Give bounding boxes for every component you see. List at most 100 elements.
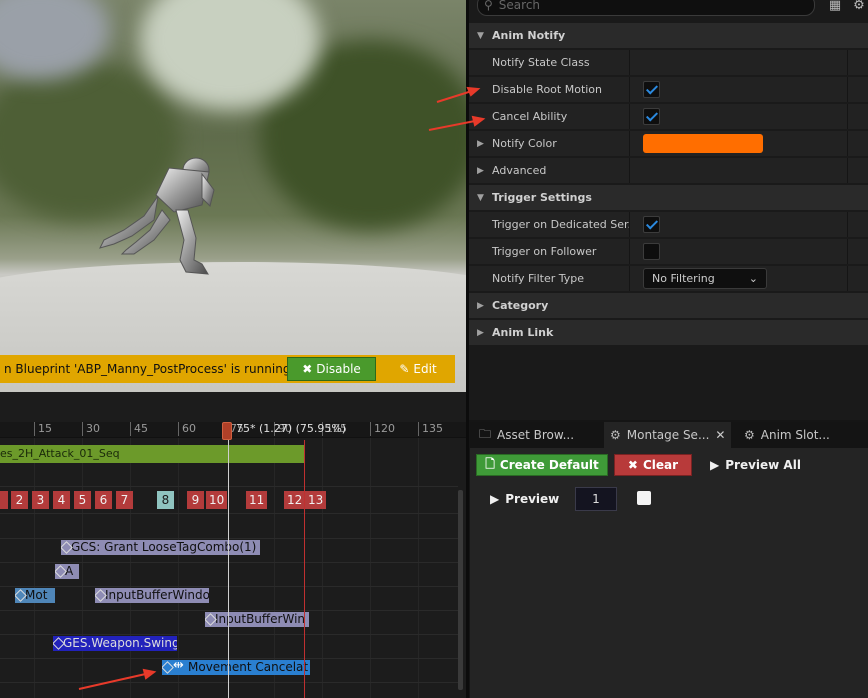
- montage-timeline[interactable]: 15 30 45 60 75 90 105 120 135 es_2H_Atta…: [0, 392, 466, 698]
- settings-gear-icon[interactable]: ⚙: [851, 0, 867, 14]
- collapse-arrow-icon: ▼: [477, 30, 484, 41]
- scrubber-handle[interactable]: [222, 422, 232, 440]
- prop-value: [630, 104, 848, 129]
- section-marker[interactable]: 10: [206, 491, 228, 509]
- tab-montage-sections[interactable]: ⚙ Montage Se... ✕: [604, 422, 732, 448]
- section-marker[interactable]: 7: [116, 491, 133, 509]
- create-default-label: Create Default: [499, 458, 599, 472]
- search-icon: ⚲: [484, 0, 493, 12]
- section-marker[interactable]: 3: [32, 491, 49, 509]
- play-icon: ▶: [490, 492, 500, 506]
- prop-label: Cancel Ability: [469, 104, 630, 129]
- grid-line: [34, 438, 35, 698]
- section-marker[interactable]: 2: [11, 491, 28, 509]
- prop-label: Advanced: [469, 158, 630, 183]
- disable-button[interactable]: ✖ Disable: [287, 357, 376, 381]
- grid-line: [82, 438, 83, 698]
- create-default-button[interactable]: 🗋 Create Default: [476, 454, 608, 476]
- folder-icon: 🗀: [479, 426, 492, 441]
- prop-label: Trigger on Dedicated Ser...: [469, 212, 630, 237]
- edit-button[interactable]: ✎ Edit: [385, 357, 451, 381]
- tab-asset-browser[interactable]: 🗀 Asset Brow...: [473, 422, 580, 448]
- timeline-scrollbar[interactable]: [458, 490, 463, 690]
- section-marker-partial[interactable]: [0, 491, 8, 509]
- prop-cancel-ability: Cancel Ability: [469, 104, 868, 130]
- notify-input-buffer-1[interactable]: InputBufferWindo: [95, 588, 209, 603]
- edit-button-label: Edit: [413, 362, 437, 376]
- prop-notify-color: ▶ Notify Color: [469, 131, 868, 157]
- disable-root-motion-checkbox[interactable]: [643, 81, 660, 98]
- tab-label: Asset Brow...: [497, 428, 575, 442]
- prop-value: [630, 77, 848, 102]
- track-divider: [0, 610, 458, 611]
- montage-slot-segment[interactable]: es_2H_Attack_01_Seq: [0, 445, 305, 463]
- category-anim-link[interactable]: ▶ Anim Link: [469, 320, 868, 346]
- grid-line: [274, 438, 275, 698]
- time-ruler[interactable]: 15 30 45 60 75 90 105 120 135: [0, 422, 466, 438]
- section-marker[interactable]: 6: [95, 491, 112, 509]
- tab-label: Montage Se...: [626, 428, 710, 442]
- close-icon: ✖: [302, 362, 313, 376]
- notify-movement-cancel[interactable]: Movement Cancelat: [162, 660, 310, 675]
- section-marker[interactable]: 4: [53, 491, 70, 509]
- details-toolbar: ⚲ Search ▦ ⚙: [469, 0, 868, 20]
- category-trigger-settings[interactable]: ▼ Trigger Settings: [469, 185, 868, 211]
- prop-trigger-dedicated-server: Trigger on Dedicated Ser...: [469, 212, 868, 238]
- ruler-tick: 135: [418, 422, 443, 436]
- preview-all-button[interactable]: ▶ Preview All: [710, 454, 801, 476]
- expand-arrow-icon: ▶: [477, 327, 484, 338]
- play-icon: ▶: [710, 458, 720, 472]
- trigger-follower-checkbox[interactable]: [643, 243, 660, 260]
- section-marker[interactable]: 5: [74, 491, 91, 509]
- clear-button[interactable]: ✖ Clear: [614, 454, 692, 476]
- document-icon: 🗋: [485, 456, 495, 471]
- prop-trigger-follower: Trigger on Follower: [469, 239, 868, 265]
- prop-label: Notify Color: [469, 131, 630, 156]
- prop-advanced[interactable]: ▶ Advanced: [469, 158, 868, 184]
- prop-label: Notify State Class: [469, 50, 630, 75]
- search-placeholder: Search: [498, 0, 541, 12]
- grid-line: [370, 438, 371, 698]
- notify-color-swatch[interactable]: [643, 134, 763, 153]
- section-marker[interactable]: 13: [305, 491, 327, 509]
- prop-value-empty: [630, 50, 848, 75]
- close-tab-icon[interactable]: ✕: [715, 428, 725, 442]
- cancel-ability-checkbox[interactable]: [643, 108, 660, 125]
- notify-gcs-grant[interactable]: GCS: Grant LooseTagCombo(1): [61, 540, 260, 555]
- property-matrix-icon[interactable]: ▦: [827, 0, 843, 14]
- prop-label: Trigger on Follower: [469, 239, 630, 264]
- expand-arrow-icon[interactable]: ▶: [477, 139, 484, 149]
- section-marker[interactable]: 11: [246, 491, 268, 509]
- category-category[interactable]: ▶ Category: [469, 293, 868, 319]
- prop-value: No Filtering ⌄: [630, 266, 848, 291]
- notify-mot[interactable]: Mot: [15, 588, 55, 603]
- notify-filter-dropdown[interactable]: No Filtering ⌄: [643, 268, 767, 289]
- preview-button[interactable]: ▶ Preview: [490, 488, 559, 510]
- category-anim-notify[interactable]: ▼ Anim Notify: [469, 23, 868, 49]
- disable-button-label: Disable: [316, 362, 361, 376]
- category-label: Category: [492, 299, 549, 312]
- trigger-dedicated-checkbox[interactable]: [643, 216, 660, 233]
- preview-count-field[interactable]: 1: [575, 487, 617, 511]
- preview-loop-checkbox[interactable]: [637, 491, 651, 505]
- track-divider: [0, 486, 458, 487]
- notify-ges-weapon-swing[interactable]: GES.Weapon.Swing: [53, 636, 177, 651]
- animation-viewport[interactable]: n Blueprint 'ABP_Manny_PostProcess' is r…: [0, 0, 466, 392]
- grid-line: [418, 438, 419, 698]
- expand-arrow-icon[interactable]: ▶: [477, 166, 484, 176]
- section-marker-selected[interactable]: 8: [157, 491, 174, 509]
- details-panel: ⚲ Search ▦ ⚙ ▼ Anim Notify Notify State …: [469, 0, 868, 420]
- section-marker[interactable]: 9: [187, 491, 204, 509]
- tab-anim-slot[interactable]: ⚙ Anim Slot...: [738, 422, 836, 448]
- details-search-input[interactable]: ⚲ Search: [477, 0, 815, 16]
- preview-label: Preview: [505, 492, 560, 506]
- scrubber-line: [228, 440, 229, 698]
- grid-line: [130, 438, 131, 698]
- montage-end-marker: [304, 440, 305, 698]
- notify-input-buffer-2[interactable]: InputBufferWin: [205, 612, 309, 627]
- clear-label: Clear: [642, 458, 679, 472]
- category-label: Anim Link: [492, 326, 554, 339]
- prop-value: [630, 239, 848, 264]
- section-marker[interactable]: 12: [284, 491, 306, 509]
- notify-a[interactable]: A: [55, 564, 79, 579]
